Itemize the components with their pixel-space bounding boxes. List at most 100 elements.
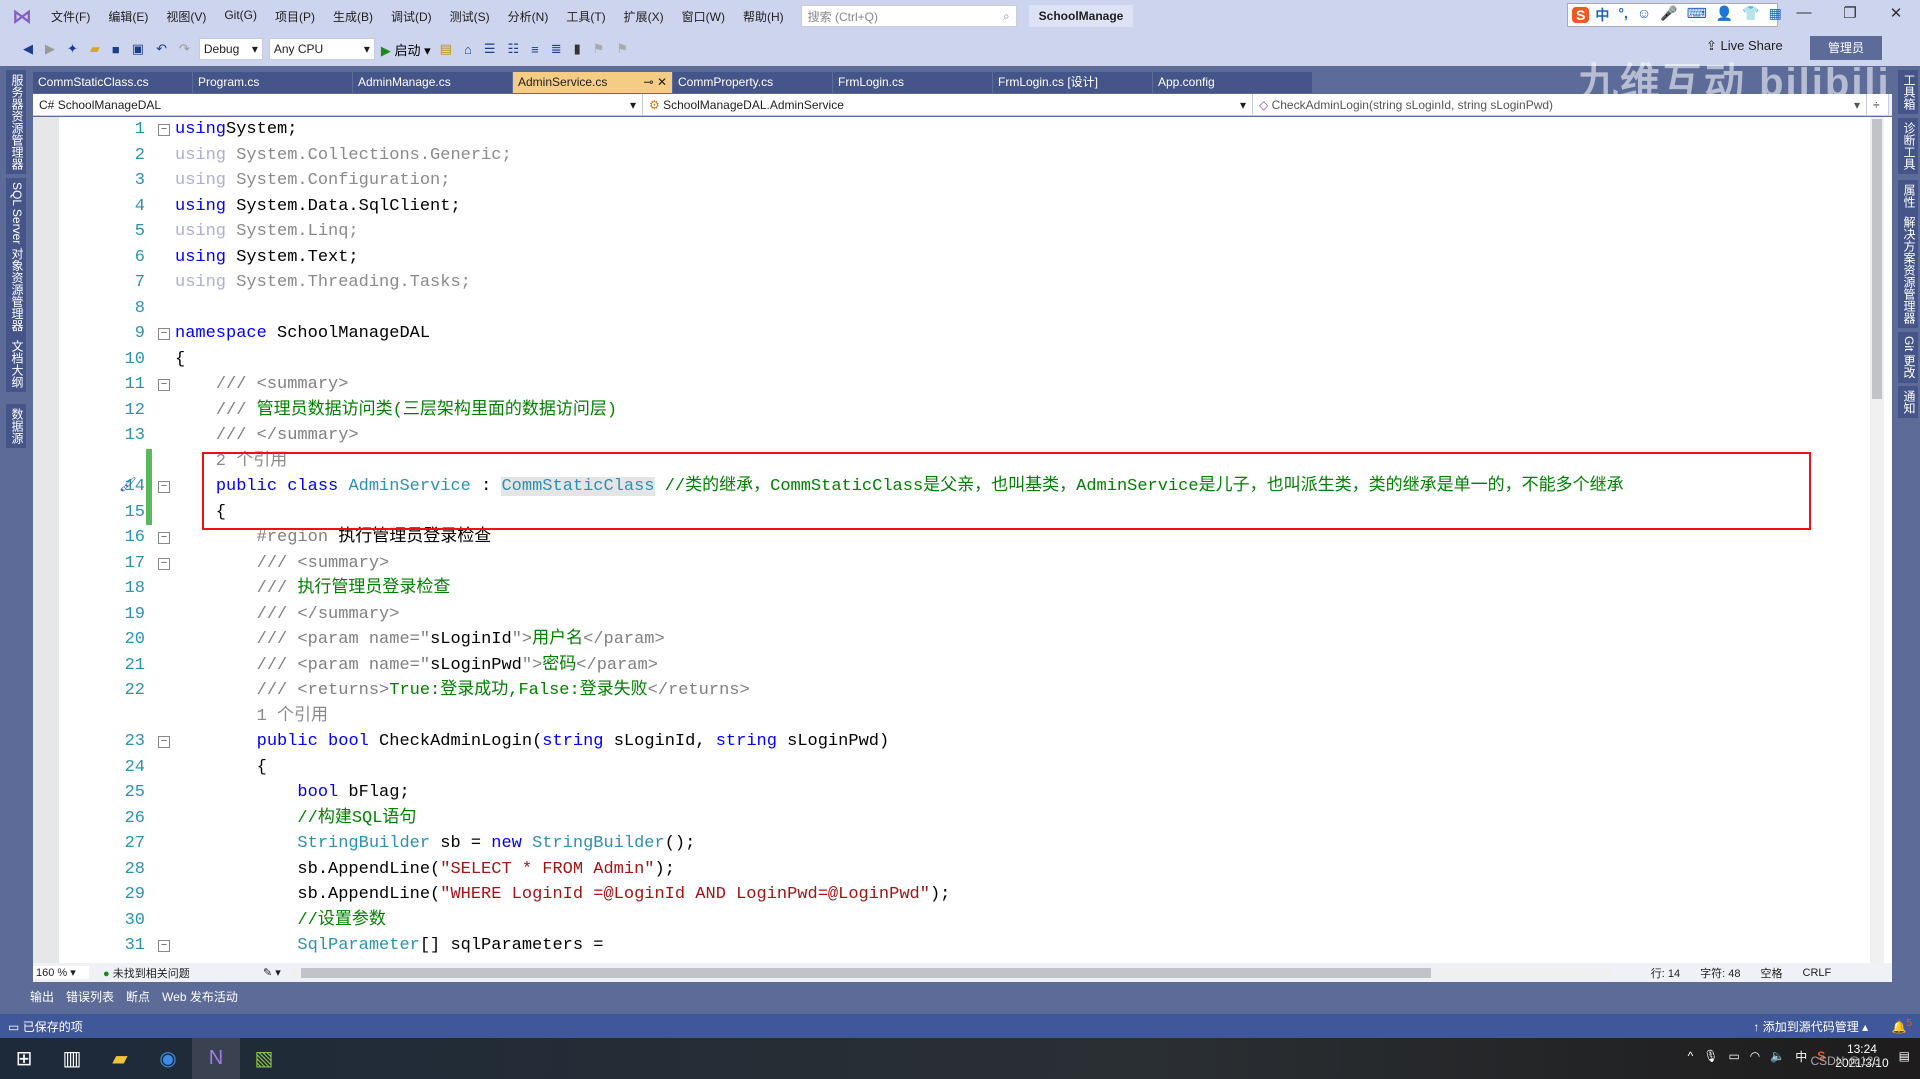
menu-item[interactable]: 窗口(W)	[673, 8, 734, 25]
collapse-icon[interactable]: −	[158, 532, 170, 544]
task-view-icon[interactable]: ▥	[48, 1038, 96, 1079]
start-button[interactable]: ▶ 启动 ▾	[381, 40, 431, 59]
tab-adminmanage-cs[interactable]: AdminManage.cs	[353, 72, 513, 93]
platform-dropdown[interactable]: Any CPU ▾	[268, 38, 375, 60]
menu-item[interactable]: 测试(S)	[441, 8, 499, 25]
source-control-button[interactable]: ↑ 添加到源代码管理 ▴	[1753, 1020, 1868, 1034]
menu-item[interactable]: 项目(P)	[266, 8, 324, 25]
ime-item[interactable]: °,	[1618, 5, 1628, 25]
issues-indicator[interactable]: ● 未找到相关问题	[103, 965, 263, 981]
vertical-scrollbar[interactable]	[1870, 117, 1884, 963]
project-dropdown[interactable]: C# SchoolManageDAL ▾	[33, 94, 643, 115]
brush-icon[interactable]: ✎ ▾	[263, 966, 281, 979]
class-dropdown[interactable]: ⚙ SchoolManageDAL.AdminService ▾	[643, 94, 1253, 115]
ime-item[interactable]: 🎤	[1660, 5, 1677, 25]
input-language[interactable]: 中	[1795, 1048, 1807, 1065]
windows-start-icon[interactable]: ⊞	[0, 1038, 48, 1079]
tab-commproperty-cs[interactable]: CommProperty.cs	[673, 72, 833, 93]
code-editor[interactable]: 1− usingSystem; 2 using System.Collections.…	[33, 117, 1892, 963]
comment-icon[interactable]: ≡	[528, 42, 542, 57]
member-dropdown[interactable]: ◇ CheckAdminLogin(string sLoginId, strin…	[1253, 94, 1867, 115]
menu-item[interactable]: 生成(B)	[324, 8, 382, 25]
zoom-dropdown[interactable]: 160 % ▾	[33, 966, 89, 979]
menu-item[interactable]: 文件(F)	[42, 8, 99, 25]
tool-window-tab[interactable]: 服务器资源管理器	[6, 70, 26, 174]
file-explorer-icon[interactable]: ▰	[96, 1038, 144, 1079]
restore-button[interactable]: ❐	[1830, 4, 1870, 22]
tab-frmlogin-cs[interactable]: FrmLogin.cs	[833, 72, 993, 93]
menu-item[interactable]: Git(G)	[215, 8, 266, 25]
collapse-icon[interactable]: −	[158, 940, 170, 952]
redo-icon[interactable]: ↷	[176, 41, 193, 57]
open-icon[interactable]: ▰	[87, 41, 103, 57]
tab-commstaticclass-cs[interactable]: CommStaticClass.cs	[33, 72, 193, 93]
ime-item[interactable]: ▦	[1769, 5, 1782, 25]
wifi-icon[interactable]: ◠	[1750, 1049, 1760, 1063]
scroll-thumb[interactable]	[1872, 119, 1882, 399]
minimize-button[interactable]: —	[1784, 4, 1824, 21]
outdent-icon[interactable]: ☷	[504, 41, 522, 57]
tab-frmlogin-cs-[interactable]: FrmLogin.cs [设计]	[993, 72, 1153, 93]
tool-window-tab[interactable]: 属性	[1898, 180, 1918, 212]
ime-item[interactable]: 中	[1595, 5, 1609, 25]
tab-program-cs[interactable]: Program.cs	[193, 72, 353, 93]
menu-item[interactable]: 工具(T)	[557, 8, 614, 25]
collapse-icon[interactable]: −	[158, 481, 170, 493]
menu-item[interactable]: 扩展(X)	[615, 8, 673, 25]
bookmark-icon[interactable]: ▮	[571, 41, 584, 57]
chevron-up-icon[interactable]: ^	[1688, 1049, 1694, 1063]
whitespace-indicator[interactable]: 空格	[1761, 965, 1783, 981]
tab-adminservice-cs[interactable]: AdminService.cs ⊸ ✕	[513, 72, 673, 93]
pin-icon[interactable]: ⊸	[644, 75, 654, 89]
tool-window-tab[interactable]: 诊断工具	[1898, 118, 1918, 174]
save-icon[interactable]: ■	[109, 42, 123, 57]
horizontal-scrollbar[interactable]	[290, 967, 1611, 978]
tool-window-tab[interactable]: 通知	[1898, 386, 1918, 418]
find-in-files-icon[interactable]: ▤	[437, 41, 455, 57]
menu-item[interactable]: 调试(D)	[382, 8, 441, 25]
collapse-icon[interactable]: −	[158, 557, 170, 570]
uncomment-icon[interactable]: ≣	[548, 41, 565, 57]
indent-icon[interactable]: ☰	[481, 41, 499, 57]
next-bookmark-icon[interactable]: ⚑	[613, 41, 631, 57]
quick-action-icon[interactable]: 🖌	[119, 474, 137, 500]
back-icon[interactable]: ◀	[20, 41, 36, 57]
ime-item[interactable]: ⌨	[1687, 5, 1707, 25]
menu-item[interactable]: 帮助(H)	[734, 8, 793, 25]
ime-item[interactable]: 👕	[1742, 5, 1759, 25]
volume-icon[interactable]: 🔈	[1770, 1049, 1785, 1063]
tab-app-config[interactable]: App.config	[1153, 72, 1313, 93]
ime-item[interactable]: 👤	[1716, 5, 1733, 25]
collapse-icon[interactable]: −	[158, 736, 170, 748]
ime-toolbar[interactable]: S 中 °, ☺ 🎤 ⌨ 👤 👕 ▦	[1567, 3, 1782, 27]
configuration-dropdown[interactable]: Debug ▾	[198, 38, 263, 60]
app-icon[interactable]: ▧	[240, 1038, 288, 1079]
prev-bookmark-icon[interactable]: ⚑	[590, 41, 608, 57]
menu-item[interactable]: 编辑(E)	[99, 8, 157, 25]
search-input[interactable]: 搜索 (Ctrl+Q) ⌕	[800, 5, 1017, 27]
browser-icon[interactable]: ◉	[144, 1038, 192, 1079]
eol-indicator[interactable]: CRLF	[1803, 967, 1832, 979]
split-button[interactable]: ÷	[1867, 94, 1889, 115]
collapse-icon[interactable]: −	[158, 328, 170, 340]
tool-window-tab[interactable]: 文档大纲	[6, 336, 26, 392]
bottom-tab[interactable]: 错误列表	[66, 988, 114, 1008]
bottom-tab[interactable]: 断点	[126, 988, 150, 1008]
tool-window-tab[interactable]: 工具箱	[1898, 70, 1918, 114]
bottom-tab[interactable]: Web 发布活动	[162, 988, 238, 1008]
collapse-icon[interactable]: −	[158, 124, 170, 136]
tool-window-tab[interactable]: 解决方案资源管理器	[1898, 212, 1918, 328]
forward-icon[interactable]: ▶	[42, 41, 58, 57]
new-project-icon[interactable]: ✦	[64, 41, 81, 57]
ime-item[interactable]: ☺	[1637, 5, 1651, 25]
menu-item[interactable]: 视图(V)	[157, 8, 215, 25]
tool-window-tab[interactable]: Git 更改	[1898, 332, 1918, 383]
battery-icon[interactable]: ▭	[1728, 1049, 1739, 1063]
scroll-thumb[interactable]	[300, 967, 1431, 978]
close-button[interactable]: ✕	[1876, 4, 1916, 22]
tool-window-tab[interactable]: 数据源	[6, 404, 26, 448]
close-icon[interactable]: ✕	[657, 75, 667, 89]
tool-window-tab[interactable]: SQL Server 对象资源管理器	[6, 178, 26, 336]
menu-item[interactable]: 分析(N)	[499, 8, 558, 25]
bottom-tab[interactable]: 输出	[30, 988, 54, 1008]
